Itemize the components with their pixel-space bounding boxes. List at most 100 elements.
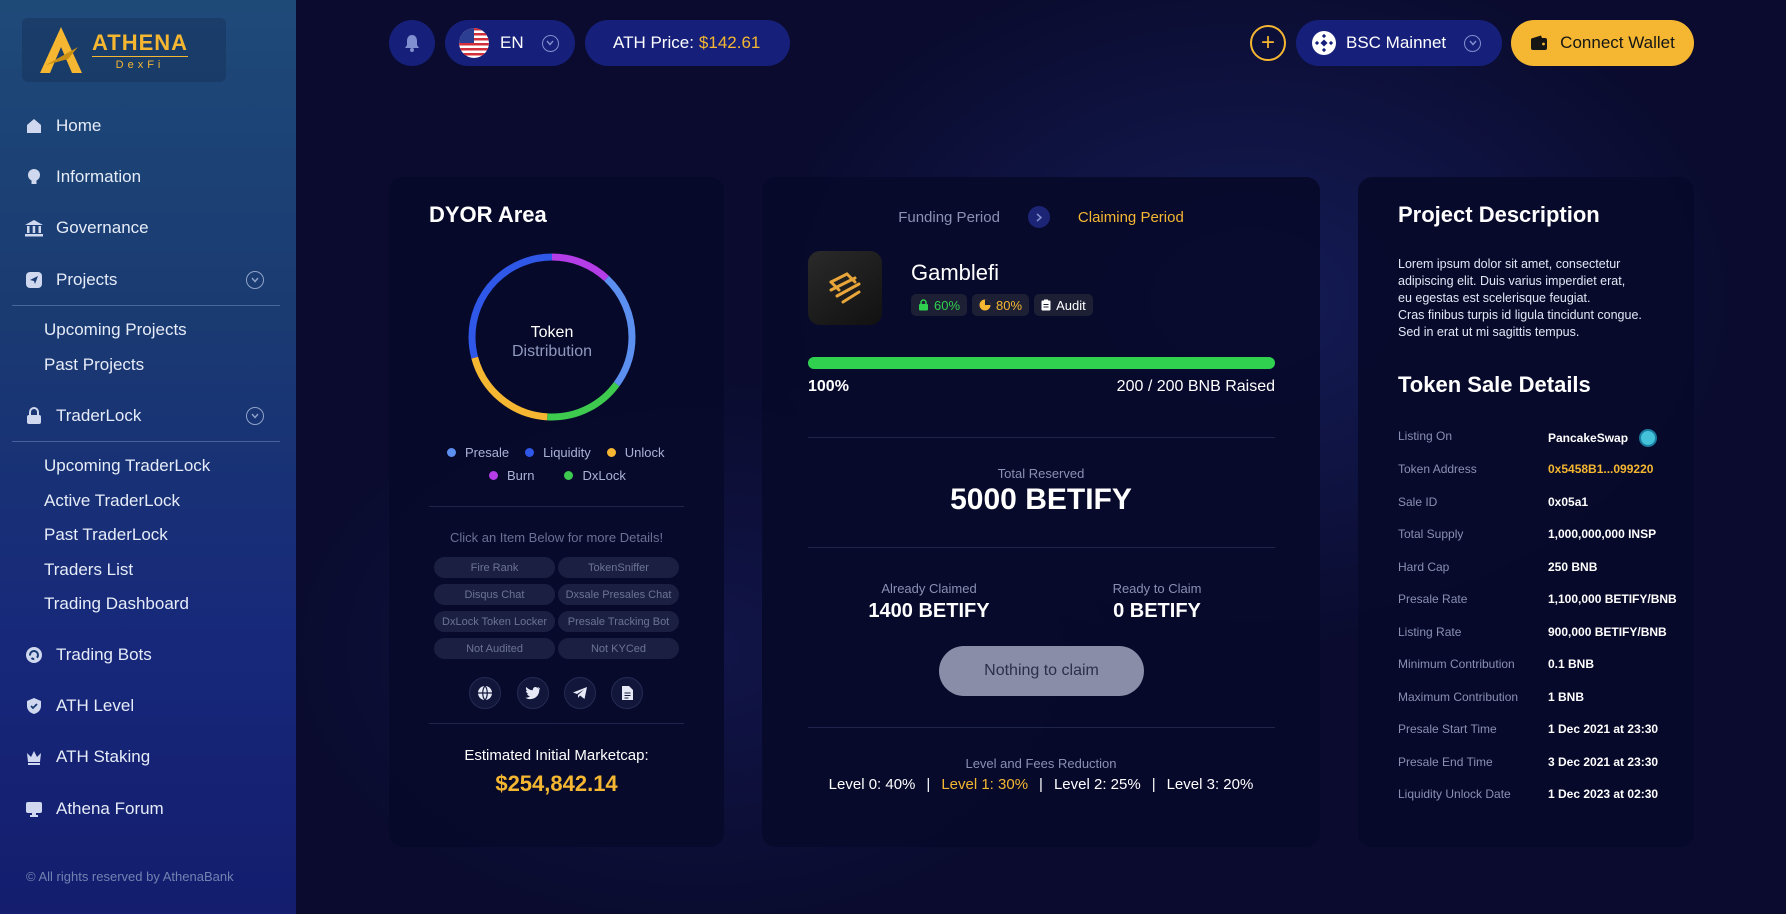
tag-tokensniffer[interactable]: TokenSniffer: [558, 557, 679, 578]
network-name: BSC Mainnet: [1346, 33, 1447, 52]
sidebar-item-ath-level[interactable]: ATH Level: [24, 694, 264, 718]
sidebar-item-traderlock[interactable]: TraderLock: [24, 404, 264, 428]
sidebar-item-label: Athena Forum: [56, 799, 164, 818]
plus-icon: +: [1260, 29, 1275, 56]
chevron-right-icon: [1027, 206, 1050, 228]
divider: [808, 437, 1275, 438]
ath-price-display: ATH Price: $142.61: [585, 20, 790, 66]
estimated-marketcap-label: Estimated Initial Marketcap:: [464, 747, 649, 764]
legend-item-unlock[interactable]: Unlock: [606, 445, 665, 460]
detail-row-liquidity-unlock: Liquidity Unlock Date 1 Dec 2023 at 02:3…: [1398, 787, 1659, 801]
legend-item-burn[interactable]: Burn: [489, 468, 534, 483]
chart-legend: Burn DxLock: [489, 468, 642, 483]
sidebar-item-label: Governance: [56, 218, 149, 237]
athena-logo-icon: [40, 27, 82, 73]
token-sale-details-title: Token Sale Details: [1398, 372, 1591, 397]
step-funding-period[interactable]: Funding Period: [898, 209, 1000, 226]
level-0: Level 0: 40%: [828, 776, 916, 793]
legend-item-liquidity[interactable]: Liquidity: [525, 445, 591, 460]
tag-not-kyced[interactable]: Not KYCed: [558, 638, 679, 659]
level-1: Level 1: 30%: [941, 776, 1029, 793]
detail-row-presale-start: Presale Start Time 1 Dec 2021 at 23:30: [1398, 722, 1659, 736]
total-reserved-label: Total Reserved: [997, 466, 1085, 481]
detail-row-token-address: Token Address 0x5458B1...099220: [1398, 462, 1654, 476]
tag-fire-rank[interactable]: Fire Rank: [434, 557, 555, 578]
tag-disqus-chat[interactable]: Disqus Chat: [434, 584, 555, 605]
dyor-card: DYOR Area Token Distribution Presale Liq…: [389, 177, 724, 847]
sidebar-subitem-active-traderlock[interactable]: Active TraderLock: [44, 491, 180, 511]
raise-progress-bar: [808, 357, 1275, 369]
chart-legend: Presale Liquidity Unlock: [447, 445, 681, 460]
badge-pie[interactable]: 80%: [972, 294, 1030, 316]
project-description: Lorem ipsum dolor sit amet, consectetur …: [1398, 257, 1642, 339]
chevron-down-icon[interactable]: [246, 271, 264, 289]
level-fees-list: Level 0: 40% | Level 1: 30% | Level 2: 25% | L…: [828, 776, 1254, 793]
claim-button[interactable]: Nothing to claim: [939, 646, 1144, 696]
legend-item-dxlock[interactable]: DxLock: [564, 468, 626, 483]
website-link[interactable]: [469, 677, 501, 709]
badge-audit[interactable]: Audit: [1034, 294, 1093, 316]
twitter-link[interactable]: [517, 677, 549, 709]
chevron-down-icon: [541, 34, 559, 52]
sidebar-item-governance[interactable]: Governance: [24, 216, 264, 240]
project-info-card: Project Description Lorem ipsum dolor si…: [1358, 177, 1694, 847]
tag-not-audited[interactable]: Not Audited: [434, 638, 555, 659]
tag-dxsale-presales-chat[interactable]: Dxsale Presales Chat: [558, 584, 679, 605]
clipboard-icon: [1041, 299, 1051, 311]
price-value: $142.61: [698, 33, 761, 52]
logo[interactable]: ATHENA DexFi: [22, 18, 226, 82]
chevron-down-icon[interactable]: [246, 407, 264, 425]
detail-row-sale-id: Sale ID 0x05a1: [1398, 495, 1589, 509]
sidebar-item-information[interactable]: Information: [24, 165, 264, 189]
add-token-button[interactable]: +: [1250, 25, 1286, 61]
sidebar-subitem-upcoming-traderlock[interactable]: Upcoming TraderLock: [44, 456, 210, 476]
wallet-icon: [1531, 35, 1548, 50]
divider: [429, 506, 684, 507]
chevron-down-icon: [1464, 34, 1482, 52]
sidebar-subitem-trading-dashboard[interactable]: Trading Dashboard: [44, 594, 189, 614]
home-icon: [24, 116, 44, 136]
bnb-icon: [1312, 31, 1336, 55]
document-icon: [621, 686, 633, 700]
sidebar-subitem-past-traderlock[interactable]: Past TraderLock: [44, 525, 168, 545]
sidebar-item-trading-bots[interactable]: Trading Bots: [24, 643, 264, 667]
total-reserved-value: 5000 BETIFY: [950, 483, 1132, 516]
sidebar-subitem-upcoming-projects[interactable]: Upcoming Projects: [44, 320, 187, 340]
sidebar-subitem-traders-list[interactable]: Traders List: [44, 560, 133, 580]
project-logo: [808, 251, 882, 325]
network-selector[interactable]: BSC Mainnet: [1296, 20, 1502, 66]
sidebar-item-home[interactable]: Home: [24, 114, 264, 138]
project-description-title: Project Description: [1398, 202, 1600, 227]
bot-icon: [24, 645, 44, 665]
tag-dxlock-token-locker[interactable]: DxLock Token Locker: [434, 611, 555, 632]
us-flag-icon: [459, 28, 489, 58]
step-claiming-period[interactable]: Claiming Period: [1078, 209, 1184, 226]
level-3: Level 3: 20%: [1166, 776, 1254, 793]
pie-icon: [979, 299, 991, 311]
badge-lock[interactable]: 60%: [911, 294, 968, 316]
tag-presale-tracking-bot[interactable]: Presale Tracking Bot: [558, 611, 679, 632]
sidebar-item-athena-forum[interactable]: Athena Forum: [24, 797, 264, 821]
divider: [12, 305, 280, 306]
telegram-link[interactable]: [564, 677, 596, 709]
detail-row-min-contribution: Minimum Contribution 0.1 BNB: [1398, 657, 1595, 671]
sidebar-item-ath-staking[interactable]: ATH Staking: [24, 745, 264, 769]
progress-fill: [808, 357, 1275, 369]
sidebar-item-label: ATH Staking: [56, 747, 151, 766]
whitepaper-link[interactable]: [611, 677, 643, 709]
telegram-icon: [573, 687, 587, 699]
already-claimed: Already Claimed 1400 BETIFY: [854, 581, 1004, 623]
gamblefi-logo-icon: [829, 272, 861, 304]
lock-icon: [24, 406, 44, 426]
notification-button[interactable]: [389, 20, 435, 66]
sidebar-item-label: TraderLock: [56, 406, 142, 425]
connect-wallet-button[interactable]: Connect Wallet: [1511, 20, 1694, 66]
donut-label-line2: Distribution: [511, 343, 593, 360]
sidebar-item-projects[interactable]: Projects: [24, 268, 264, 292]
brand-sub: DexFi: [115, 58, 165, 71]
language-selector[interactable]: EN: [445, 20, 575, 66]
sidebar-item-label: Projects: [56, 270, 118, 289]
legend-item-presale[interactable]: Presale: [447, 445, 509, 460]
sidebar-subitem-past-projects[interactable]: Past Projects: [44, 355, 144, 375]
progress-percent: 100%: [808, 378, 849, 395]
